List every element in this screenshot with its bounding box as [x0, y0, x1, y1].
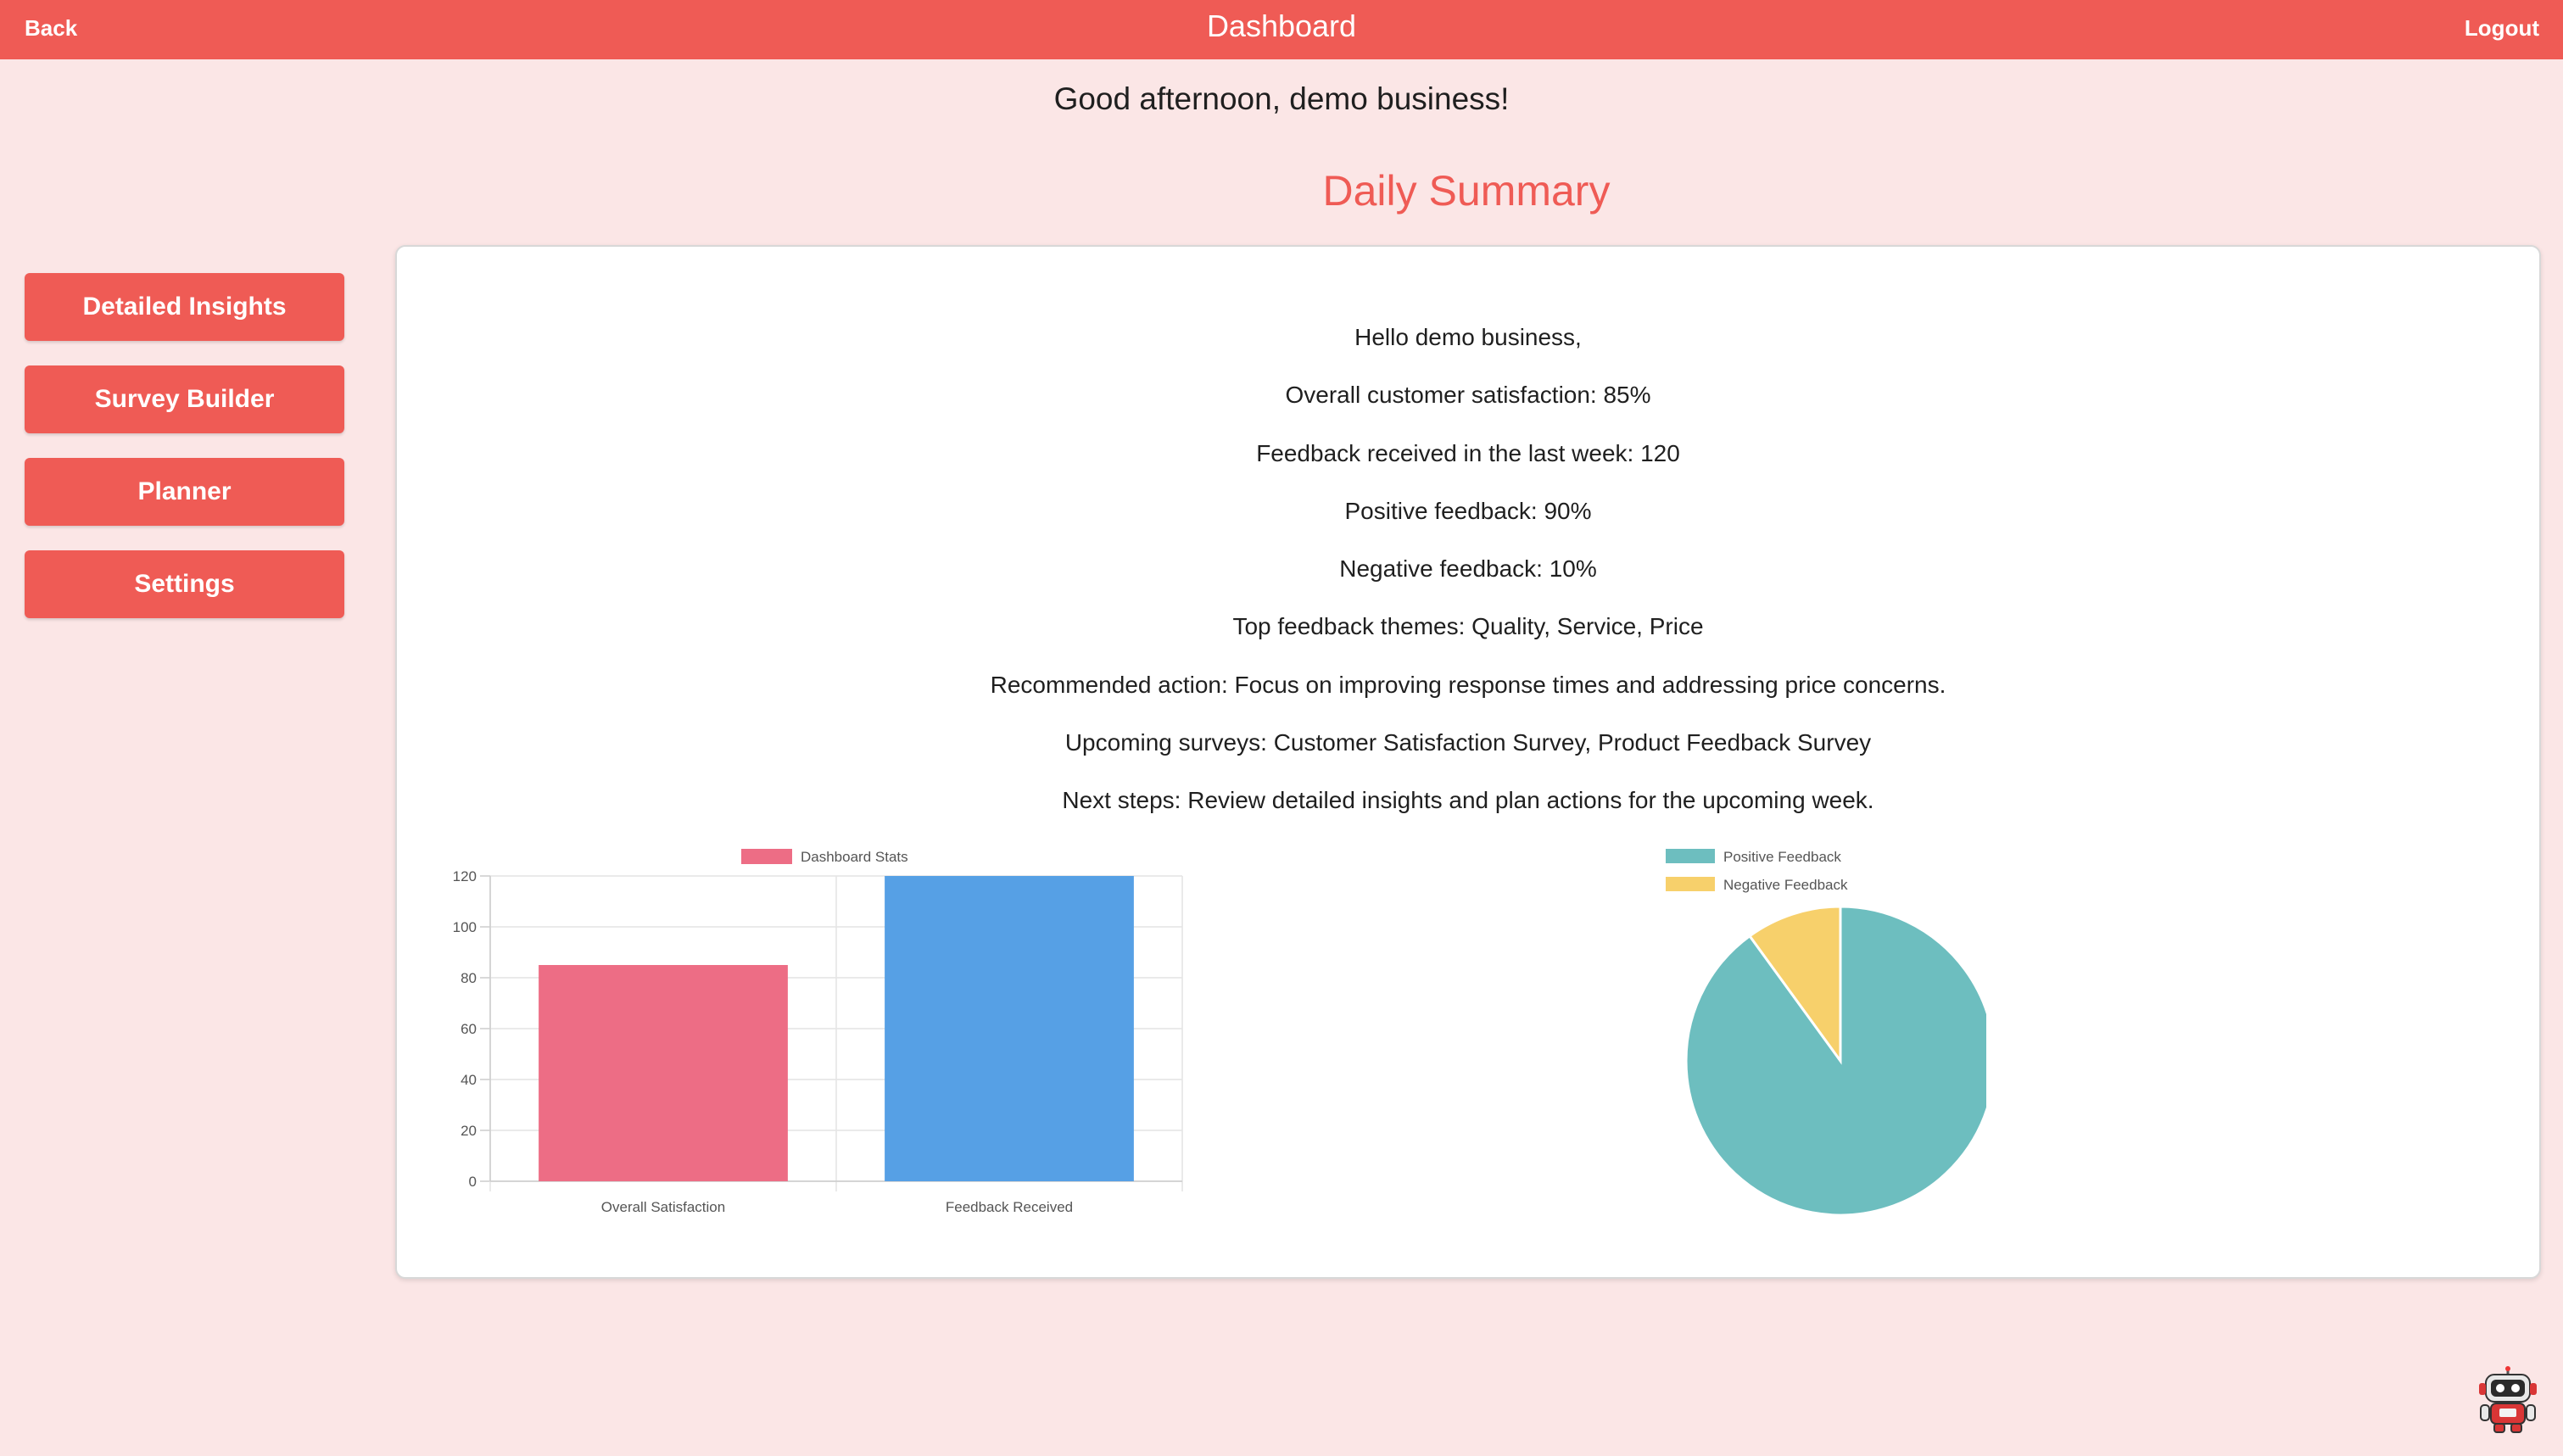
legend-swatch — [1666, 849, 1715, 863]
bar — [885, 876, 1134, 1181]
x-tick-label: Feedback Received — [946, 1199, 1073, 1215]
legend-label: Negative Feedback — [1723, 877, 1848, 893]
bar-chart: Dashboard Stats 0 20 40 60 80 100 120 Overall Sa… — [453, 849, 1183, 1215]
bar — [539, 965, 788, 1181]
summary-line: Positive feedback: 90% — [1344, 497, 1592, 524]
pie-legend-item: Positive Feedback — [1666, 849, 1841, 865]
bar-chart-legend: Dashboard Stats — [741, 849, 908, 865]
summary-title: Daily Summary — [1322, 167, 1611, 215]
daily-summary-card: Hello demo business, Overall customer sa… — [395, 245, 2541, 1279]
y-tick-label: 40 — [461, 1072, 477, 1088]
summary-line: Feedback received in the last week: 120 — [1256, 439, 1680, 466]
summary-line: Hello demo business, — [1354, 324, 1582, 350]
robot-icon — [2479, 1366, 2537, 1433]
summary-line: Overall customer satisfaction: 85% — [1285, 382, 1651, 409]
y-tick-label: 120 — [453, 868, 477, 884]
summary-line: Upcoming surveys: Customer Satisfaction … — [1064, 729, 1872, 756]
survey-builder-button[interactable]: Survey Builder — [25, 365, 344, 433]
x-tick-label: Overall Satisfaction — [601, 1199, 725, 1215]
legend-label: Positive Feedback — [1723, 849, 1841, 865]
legend-swatch — [741, 849, 792, 864]
legend-swatch — [1666, 877, 1715, 891]
planner-button[interactable]: Planner — [25, 458, 344, 526]
detailed-insights-button[interactable]: Detailed Insights — [25, 273, 344, 341]
settings-button[interactable]: Settings — [25, 550, 344, 618]
pie-chart: Positive Feedback Negative Feedback — [1666, 849, 1986, 1217]
y-tick-label: 20 — [461, 1123, 477, 1139]
summary-line: Top feedback themes: Quality, Service, P… — [1232, 613, 1704, 640]
y-tick-label: 100 — [453, 919, 477, 935]
summary-line: Negative feedback: 10% — [1339, 555, 1597, 583]
y-tick-label: 60 — [461, 1021, 477, 1037]
summary-line: Next steps: Review detailed insights and… — [1062, 787, 1874, 814]
greeting-text: Good afternoon, demo business! — [1053, 81, 1510, 116]
assistant-robot-icon[interactable] — [2474, 1366, 2542, 1434]
page-title: Dashboard — [1206, 8, 1357, 43]
y-tick-label: 0 — [469, 1174, 477, 1190]
pie-legend-item: Negative Feedback — [1666, 877, 1848, 893]
sidebar: Detailed Insights Survey Builder Planner… — [25, 273, 344, 643]
top-bar: Back Dashboard Logout — [0, 0, 2563, 59]
legend-label: Dashboard Stats — [801, 849, 908, 865]
summary-lines: Hello demo business, Overall customer sa… — [397, 323, 2539, 845]
summary-line: Recommended action: Focus on improving r… — [990, 671, 1946, 698]
logout-button[interactable]: Logout — [2465, 15, 2539, 42]
y-tick-label: 80 — [461, 970, 477, 986]
